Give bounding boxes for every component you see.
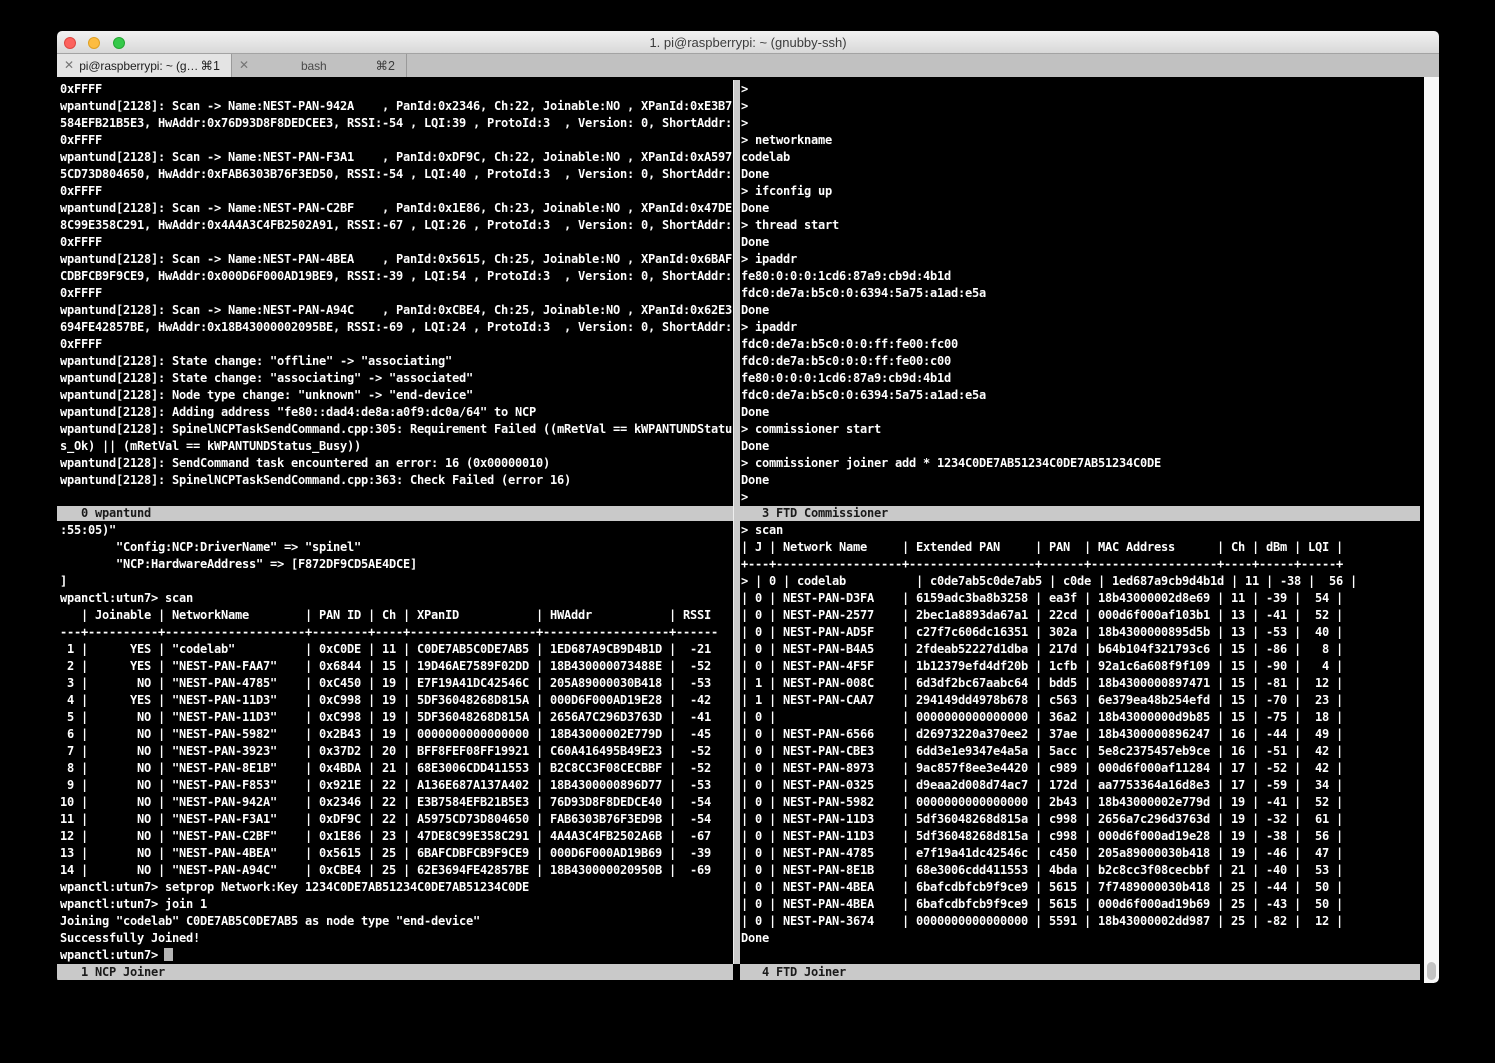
scrollbar-thumb[interactable] [1427,962,1436,980]
desktop-background: { "window": { "title": "1. pi@raspberryp… [0,0,1495,1063]
minimize-window-button[interactable] [88,37,100,49]
terminal-cursor [164,948,173,961]
pane-caption-ftd-joiner: 4 FTD Joiner [740,964,1420,980]
terminal-window: 1. pi@raspberrypi: ~ (gnubby-ssh) ✕ pi@r… [57,31,1439,983]
pane-caption-wpantund: 0 wpantund [57,506,733,521]
tab-shortcut: ⌘2 [376,58,395,73]
window-title: 1. pi@raspberrypi: ~ (gnubby-ssh) [57,31,1439,53]
tab-close-icon[interactable]: ✕ [64,54,77,77]
pane-wpantund-log[interactable]: 0xFFFF wpantund[2128]: Scan -> Name:NEST… [60,81,733,506]
tab-label: bash [252,59,376,73]
tab-close-icon[interactable]: ✕ [239,54,252,77]
tab-bar: ✕ pi@raspberrypi: ~ (g… ⌘1 ✕ bash ⌘2 [57,54,1439,77]
zoom-window-button[interactable] [113,37,125,49]
pane-ncp-joiner[interactable]: :55:05)" "Config:NCP:DriverName" => "spi… [60,522,733,964]
close-window-button[interactable] [64,37,76,49]
pane-caption-ncp-joiner: 1 NCP Joiner [57,964,733,980]
traffic-lights [64,36,133,54]
tab-shortcut: ⌘1 [201,58,220,73]
terminal-area: 0xFFFF wpantund[2128]: Scan -> Name:NEST… [57,77,1439,983]
tab-bash[interactable]: ✕ bash ⌘2 [232,54,407,77]
window-titlebar[interactable]: 1. pi@raspberrypi: ~ (gnubby-ssh) [57,31,1439,54]
pane-ftd-joiner[interactable]: > scan | J | Network Name | Extended PAN… [741,522,1420,964]
pane-divider[interactable] [733,80,740,964]
tab-ssh-session[interactable]: ✕ pi@raspberrypi: ~ (g… ⌘1 [57,54,232,77]
pane-ftd-commissioner[interactable]: > > > > networkname codelab Done > ifcon… [741,81,1420,506]
scrollbar-track[interactable] [1424,77,1439,983]
tab-label: pi@raspberrypi: ~ (g… [77,59,201,73]
pane-caption-ftd-commissioner: 3 FTD Commissioner [740,506,1420,521]
